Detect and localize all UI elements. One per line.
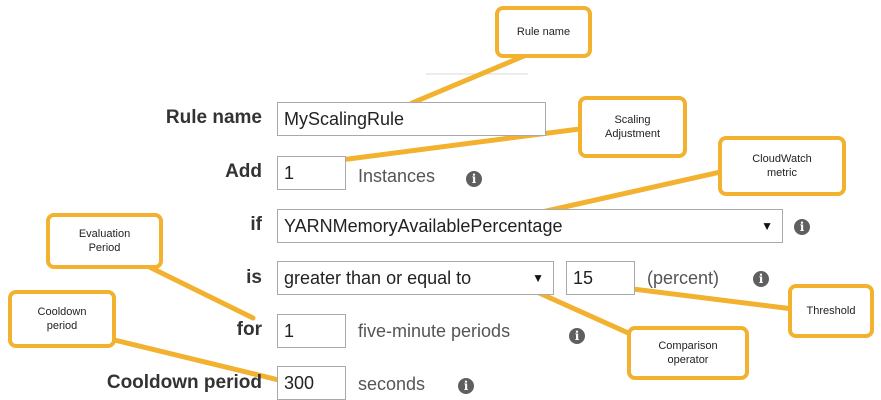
info-icon[interactable]: i — [794, 219, 810, 235]
threshold-input[interactable]: 15 — [566, 261, 635, 295]
cloudwatch-metric-select[interactable]: YARNMemoryAvailablePercentage ▼ — [277, 209, 783, 243]
add-label: Add — [225, 161, 262, 182]
add-instances-input[interactable]: 1 — [277, 156, 346, 190]
callout-cooldown-period: Cooldown period — [8, 290, 116, 348]
callout-comparison-operator: Comparison operator — [627, 326, 749, 380]
info-icon[interactable]: i — [753, 271, 769, 287]
cloudwatch-metric-value: YARNMemoryAvailablePercentage — [284, 216, 563, 236]
seconds-suffix: seconds — [358, 374, 426, 394]
dropdown-arrow-icon: ▼ — [761, 219, 773, 233]
cooldown-period-label: Cooldown period — [106, 372, 262, 393]
five-minute-periods-suffix: five-minute periods — [358, 321, 511, 341]
is-label: is — [246, 267, 262, 288]
callout-rule-name: Rule name — [495, 6, 592, 58]
rule-name-label: Rule name — [165, 107, 262, 128]
comparison-operator-select[interactable]: greater than or equal to ▼ — [277, 261, 554, 295]
info-icon[interactable]: i — [466, 171, 482, 187]
callout-threshold: Threshold — [788, 284, 874, 338]
instances-suffix: Instances — [358, 166, 436, 186]
info-icon[interactable]: i — [569, 328, 585, 344]
comparison-operator-value: greater than or equal to — [284, 268, 472, 288]
info-icon[interactable]: i — [458, 378, 474, 394]
rule-name-input[interactable]: MyScalingRule — [277, 102, 546, 136]
cooldown-period-input[interactable]: 300 — [277, 366, 346, 400]
callout-evaluation-period: Evaluation Period — [46, 213, 163, 269]
percent-suffix: (percent) — [647, 268, 720, 288]
callout-scaling-adjustment: Scaling Adjustment — [578, 96, 687, 158]
dropdown-arrow-icon: ▼ — [532, 271, 544, 285]
evaluation-periods-input[interactable]: 1 — [277, 314, 346, 348]
if-label: if — [250, 214, 262, 235]
callout-cloudwatch-metric: CloudWatch metric — [718, 136, 846, 196]
pointer-threshold — [630, 286, 796, 312]
for-label: for — [236, 319, 262, 340]
